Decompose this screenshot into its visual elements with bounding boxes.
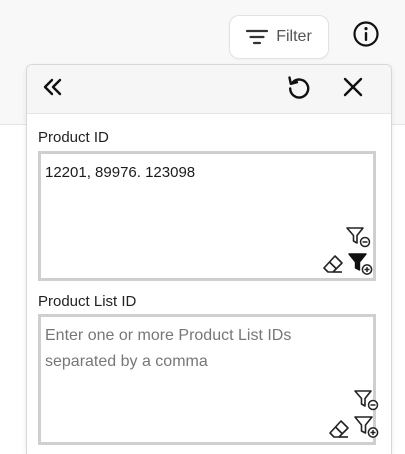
eraser-icon [328, 419, 350, 444]
filter-lines-icon [246, 28, 269, 46]
filter-remove-button[interactable] [345, 226, 371, 253]
product-id-field[interactable]: 12201, 89976. 123098 [38, 151, 376, 281]
panel-header [27, 65, 391, 114]
filter-button-label: Filter [276, 28, 312, 45]
page: Filter Product ID 12201, 89976. 123098 P… [0, 0, 405, 454]
filter-button[interactable]: Filter [229, 15, 329, 59]
product-list-id-label: Product List ID [38, 293, 137, 310]
product-list-id-field[interactable]: Enter one or more Product List IDs separ… [38, 314, 379, 445]
filter-panel: Product ID 12201, 89976. 123098 Product … [26, 64, 392, 454]
double-chevron-left-icon [42, 77, 64, 102]
reset-icon [285, 73, 313, 106]
close-button[interactable] [333, 69, 373, 109]
info-icon [352, 20, 380, 53]
filter-add-button[interactable] [353, 415, 379, 444]
filter-remove-icon [345, 226, 371, 253]
filter-remove-button[interactable] [353, 389, 379, 416]
filter-add-filled-icon [347, 252, 373, 281]
eraser-button[interactable] [328, 419, 350, 444]
product-id-label: Product ID [38, 129, 109, 146]
reset-button[interactable] [279, 69, 319, 109]
filter-add-icon [353, 415, 379, 444]
eraser-button[interactable] [322, 254, 344, 279]
close-icon [342, 76, 364, 103]
product-id-value: 12201, 89976. 123098 [45, 164, 196, 181]
filter-add-button[interactable] [347, 252, 373, 281]
collapse-button[interactable] [33, 69, 73, 109]
info-button[interactable] [352, 20, 380, 53]
filter-remove-icon [353, 389, 379, 416]
product-list-id-placeholder: Enter one or more Product List IDs separ… [45, 327, 296, 370]
eraser-icon [322, 254, 344, 279]
